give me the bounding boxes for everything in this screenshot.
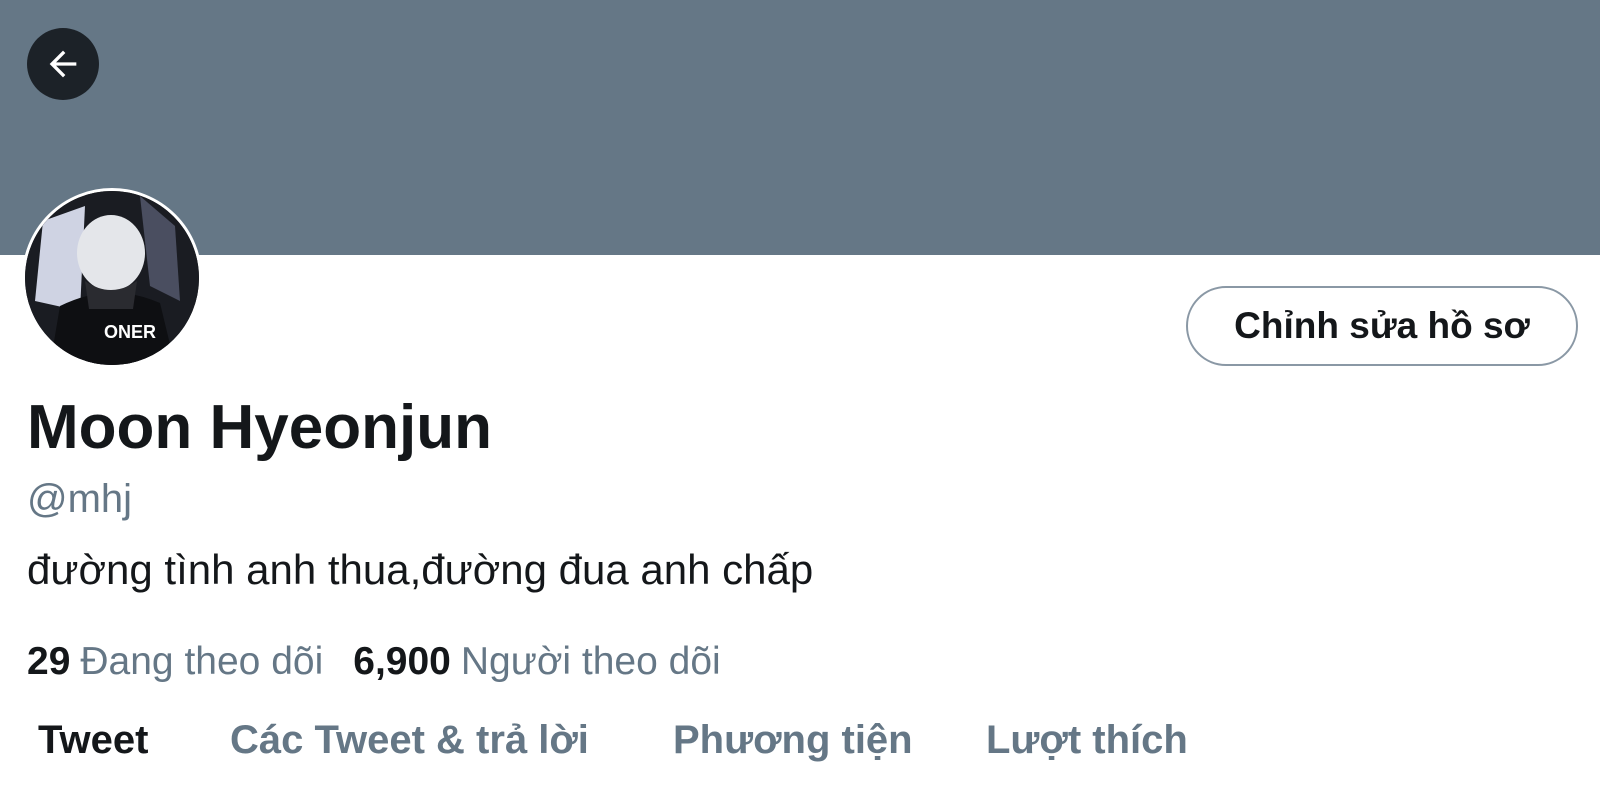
arrow-left-icon	[49, 50, 77, 78]
tab-likes[interactable]: Lượt thích	[986, 718, 1188, 763]
follow-stats: 29 Đang theo dõi 6,900 Người theo dõi	[27, 642, 721, 681]
following-link[interactable]: 29 Đang theo dõi	[27, 642, 323, 681]
following-label: Đang theo dõi	[80, 640, 324, 683]
followers-label: Người theo dõi	[460, 640, 721, 683]
avatar-jersey-text: ONER	[104, 322, 156, 342]
avatar[interactable]: ONER	[22, 188, 202, 368]
followers-link[interactable]: 6,900 Người theo dõi	[353, 642, 720, 681]
user-handle: @mhj	[27, 477, 133, 521]
tab-tweets[interactable]: Tweet	[38, 718, 148, 763]
back-button[interactable]	[27, 28, 99, 100]
profile-tabs: Tweet Các Tweet & trả lời Phương tiện Lư…	[0, 700, 1600, 804]
tab-tweets-and-replies[interactable]: Các Tweet & trả lời	[230, 718, 589, 763]
followers-count: 6,900	[353, 640, 451, 683]
profile-banner[interactable]	[0, 0, 1600, 255]
following-count: 29	[27, 640, 71, 683]
tab-media[interactable]: Phương tiện	[673, 718, 913, 763]
display-name: Moon Hyeonjun	[27, 393, 492, 462]
bio: đường tình anh thua,đường đua anh chấp	[27, 546, 814, 593]
edit-profile-button[interactable]: Chỉnh sửa hồ sơ	[1186, 286, 1578, 366]
